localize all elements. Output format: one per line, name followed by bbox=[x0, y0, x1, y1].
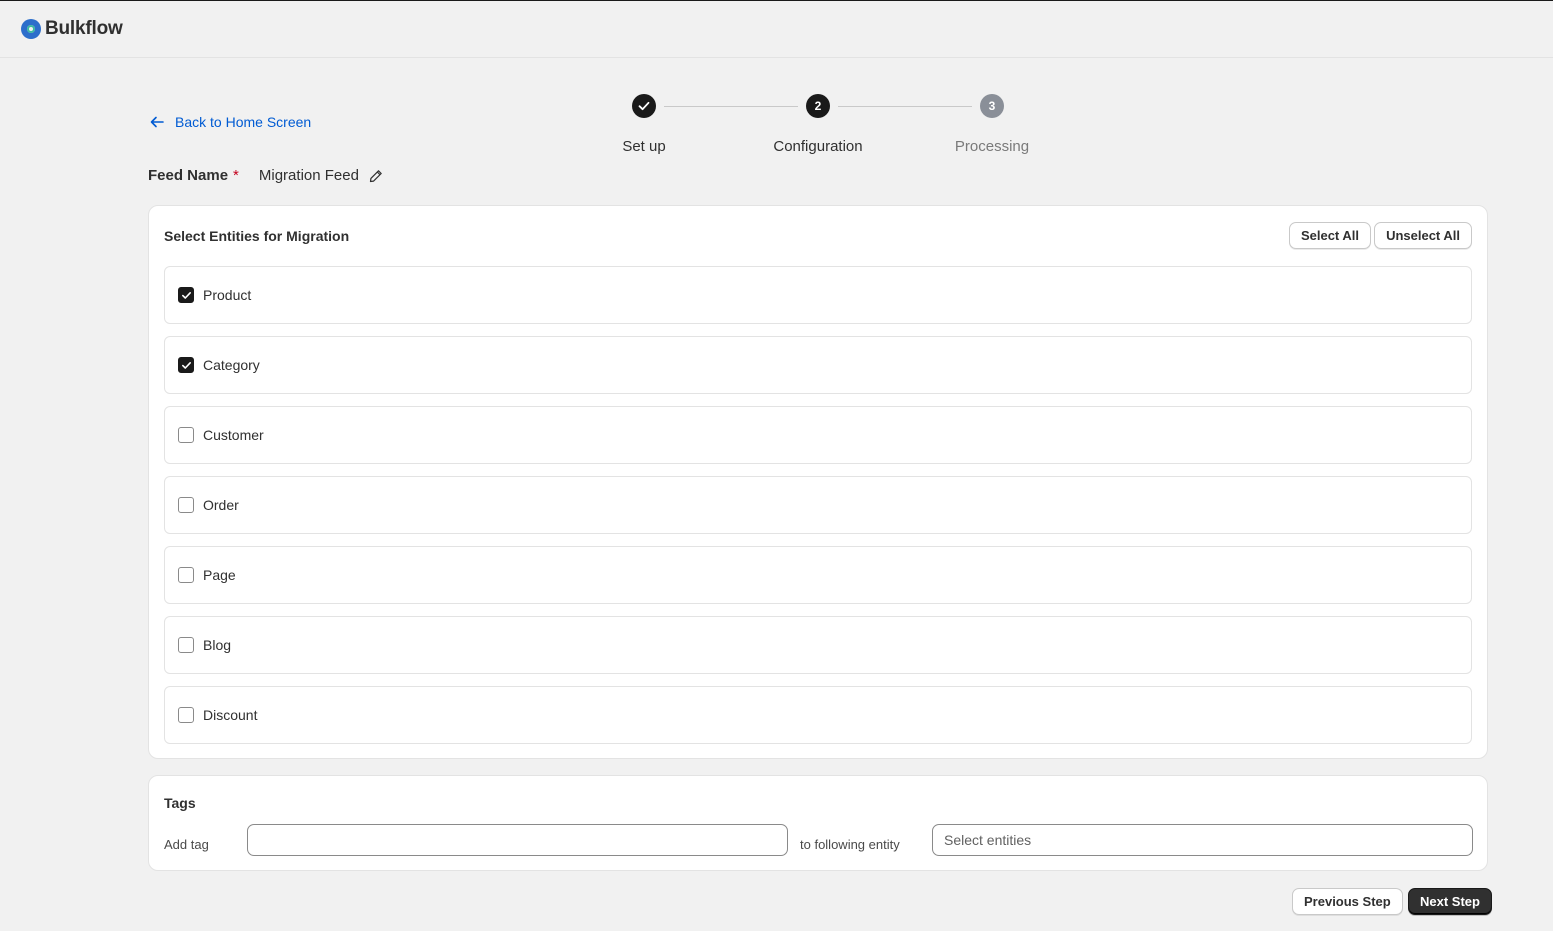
checkbox-discount[interactable] bbox=[178, 707, 194, 723]
step-label-configuration: Configuration bbox=[773, 138, 863, 155]
tag-input[interactable] bbox=[247, 824, 788, 856]
previous-step-button[interactable]: Previous Step bbox=[1292, 888, 1403, 915]
entity-row-customer[interactable]: Customer bbox=[164, 406, 1472, 464]
app-name: Bulkflow bbox=[45, 18, 123, 39]
checkbox-product[interactable] bbox=[178, 287, 194, 303]
add-tag-label: Add tag bbox=[164, 837, 209, 852]
entity-row-category[interactable]: Category bbox=[164, 336, 1472, 394]
entity-row-blog[interactable]: Blog bbox=[164, 616, 1472, 674]
entity-label: Category bbox=[203, 357, 260, 373]
step-connector bbox=[664, 106, 798, 107]
checkbox-page[interactable] bbox=[178, 567, 194, 583]
entity-label: Customer bbox=[203, 427, 264, 443]
required-marker: * bbox=[233, 167, 239, 184]
select-all-button[interactable]: Select All bbox=[1288, 222, 1371, 249]
checkbox-order[interactable] bbox=[178, 497, 194, 513]
checkmark-icon bbox=[181, 361, 191, 369]
step-label-processing: Processing bbox=[954, 138, 1030, 155]
entity-label: Page bbox=[203, 567, 236, 583]
step-connector bbox=[838, 106, 972, 107]
checkmark-icon bbox=[638, 101, 650, 111]
entity-row-discount[interactable]: Discount bbox=[164, 686, 1472, 744]
step-3-circle: 3 bbox=[980, 94, 1004, 118]
top-bar: Bulkflow bbox=[0, 1, 1553, 58]
checkmark-icon bbox=[181, 291, 191, 299]
feed-name-value: Migration Feed bbox=[258, 167, 359, 184]
entity-row-page[interactable]: Page bbox=[164, 546, 1472, 604]
bulkflow-logo-icon bbox=[21, 19, 41, 39]
checkbox-category[interactable] bbox=[178, 357, 194, 373]
entity-row-order[interactable]: Order bbox=[164, 476, 1472, 534]
next-step-button[interactable]: Next Step bbox=[1408, 888, 1492, 915]
entity-select[interactable]: Select entities bbox=[932, 824, 1473, 856]
entity-label: Product bbox=[203, 287, 252, 303]
feed-name-row: Feed Name * Migration Feed bbox=[148, 167, 383, 184]
entity-label: Discount bbox=[203, 707, 258, 723]
step-1-checkmark bbox=[632, 94, 656, 118]
progress-stepper: 2 3 Set up Configuration Processing bbox=[0, 94, 1553, 164]
unselect-all-button[interactable]: Unselect All bbox=[1374, 222, 1472, 249]
tags-card: Tags Add tag to following entity Select … bbox=[148, 775, 1488, 871]
entity-label: Blog bbox=[203, 637, 232, 653]
to-entity-label: to following entity bbox=[800, 837, 900, 852]
checkbox-customer[interactable] bbox=[178, 427, 194, 443]
entities-card: Select Entities for Migration Select All… bbox=[148, 205, 1488, 759]
entity-row-product[interactable]: Product bbox=[164, 266, 1472, 324]
feed-name-label: Feed Name bbox=[148, 167, 229, 184]
pencil-edit-icon[interactable] bbox=[369, 169, 383, 183]
step-2-circle: 2 bbox=[806, 94, 830, 118]
tags-card-title: Tags bbox=[164, 795, 196, 811]
app-logo[interactable]: Bulkflow bbox=[21, 18, 123, 40]
entities-card-title: Select Entities for Migration bbox=[164, 228, 350, 244]
checkbox-blog[interactable] bbox=[178, 637, 194, 653]
step-label-setup: Set up bbox=[622, 138, 666, 155]
entity-label: Order bbox=[203, 497, 239, 513]
